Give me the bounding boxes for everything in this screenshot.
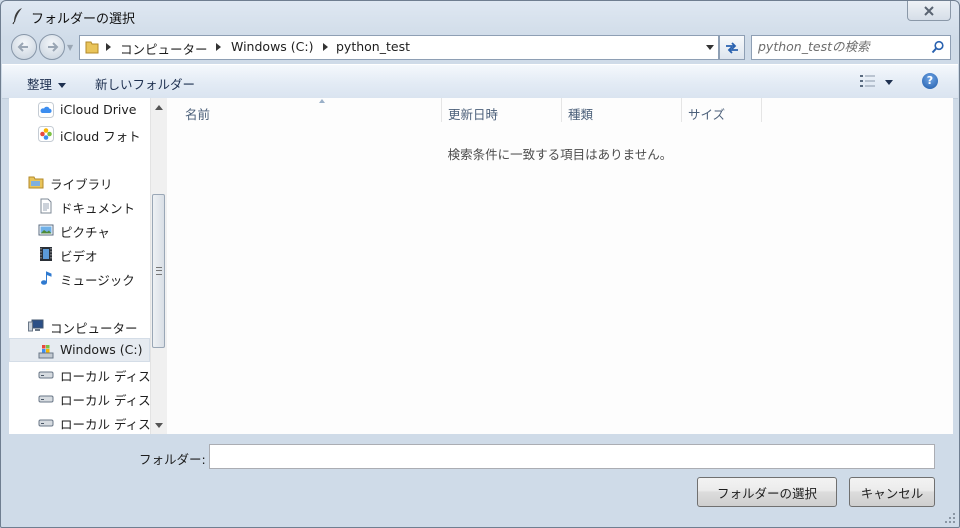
- nav-item-local-disk[interactable]: ローカル ディスク: [9, 386, 150, 410]
- feather-icon: [12, 8, 22, 25]
- sort-ascending-icon: [319, 99, 325, 103]
- title-bar[interactable]: フォルダーの選択: [1, 1, 959, 31]
- help-icon[interactable]: ?: [922, 73, 938, 89]
- nav-item-windows-drive[interactable]: Windows (C:): [9, 338, 150, 362]
- nav-item-label: ピクチャ: [60, 225, 110, 240]
- address-dropdown-icon[interactable]: [706, 45, 714, 50]
- command-toolbar: 整理 新しいフォルダー ?: [2, 64, 958, 99]
- column-header-modified[interactable]: 更新日時: [442, 98, 562, 122]
- music-icon: [41, 271, 52, 285]
- nav-item-label: Windows (C:): [60, 342, 143, 357]
- nav-item-icloud-photos[interactable]: iCloud フォト: [9, 122, 150, 146]
- organize-label: 整理: [27, 77, 53, 92]
- folder-field[interactable]: [209, 444, 942, 469]
- breadcrumb-separator-icon[interactable]: [216, 43, 221, 51]
- back-button[interactable]: [11, 34, 37, 60]
- local-disk-icon: [38, 419, 54, 427]
- refresh-icon: [726, 41, 738, 54]
- select-folder-button[interactable]: フォルダーの選択: [697, 477, 837, 507]
- forward-button[interactable]: [39, 34, 65, 60]
- close-button[interactable]: [907, 1, 951, 21]
- computer-icon: [28, 319, 44, 332]
- documents-icon: [40, 198, 52, 214]
- arrow-right-icon: [48, 42, 59, 52]
- resize-grip-icon[interactable]: [944, 512, 956, 524]
- column-header-type[interactable]: 種類: [562, 98, 682, 122]
- nav-item-label: ビデオ: [60, 249, 98, 264]
- nav-item-label: ローカル ディスク: [60, 393, 150, 408]
- empty-message: 検索条件に一致する項目はありません。: [447, 147, 673, 162]
- refresh-button[interactable]: [719, 35, 745, 60]
- breadcrumb-python-test[interactable]: python_test: [336, 39, 410, 54]
- view-options-dropdown-icon[interactable]: [885, 80, 893, 85]
- search-icon[interactable]: [931, 40, 945, 54]
- nav-item-pictures[interactable]: ピクチャ: [9, 218, 150, 242]
- organize-button[interactable]: 整理: [27, 74, 67, 93]
- folder-select-dialog: フォルダーの選択 ▼ コンピューター Windows (C:) python_t…: [0, 0, 960, 528]
- nav-item-label: ローカル ディスク: [60, 417, 150, 432]
- local-disk-icon: [38, 395, 54, 403]
- new-folder-button[interactable]: 新しいフォルダー: [95, 74, 195, 93]
- videos-icon: [40, 247, 52, 261]
- column-header-label: 種類: [568, 107, 594, 122]
- folder-input[interactable]: [210, 445, 942, 468]
- recent-locations-icon[interactable]: ▼: [67, 43, 73, 52]
- folder-label: フォルダー:: [139, 452, 206, 467]
- nav-item-documents[interactable]: ドキュメント: [9, 194, 150, 218]
- arrow-left-icon: [17, 42, 28, 52]
- window-title: フォルダーの選択: [31, 12, 136, 27]
- nav-item-label: iCloud フォト: [60, 129, 141, 144]
- navigation-pane[interactable]: iCloud Drive iCloud フォト ライブラリ ドキュメント ピクチ…: [9, 98, 150, 434]
- file-list[interactable]: 名前 更新日時 種類 サイズ 検索条件に一致する項目はありません。: [167, 98, 953, 434]
- library-icon: [28, 176, 44, 189]
- breadcrumb-windows-drive[interactable]: Windows (C:): [231, 39, 313, 54]
- column-header-label: サイズ: [688, 107, 726, 122]
- nav-item-computer[interactable]: コンピューター: [9, 314, 150, 338]
- search-box[interactable]: [751, 35, 951, 60]
- breadcrumb-separator-icon[interactable]: [106, 43, 111, 51]
- nav-item-videos[interactable]: ビデオ: [9, 242, 150, 266]
- breadcrumb-computer[interactable]: コンピューター: [120, 39, 208, 58]
- pictures-icon: [38, 224, 54, 236]
- chevron-down-icon: [58, 83, 67, 88]
- nav-item-label: iCloud Drive: [60, 102, 137, 117]
- main-area: iCloud Drive iCloud フォト ライブラリ ドキュメント ピクチ…: [9, 98, 953, 434]
- windows-drive-icon: [38, 345, 54, 359]
- cancel-button[interactable]: キャンセル: [849, 477, 935, 507]
- nav-item-icloud-drive[interactable]: iCloud Drive: [9, 98, 150, 122]
- scroll-down-icon[interactable]: [155, 423, 163, 428]
- nav-item-local-disk[interactable]: ローカル ディスク: [9, 362, 150, 386]
- search-input[interactable]: [758, 38, 926, 55]
- scroll-thumb[interactable]: [152, 194, 165, 348]
- nav-item-label: ローカル ディスク: [60, 369, 150, 384]
- icloud-photos-icon: [38, 126, 54, 142]
- column-header-size[interactable]: サイズ: [682, 98, 762, 122]
- navigation-bar: ▼ コンピューター Windows (C:) python_test: [1, 31, 959, 63]
- navigation-scrollbar[interactable]: [150, 98, 167, 434]
- breadcrumb-separator-icon[interactable]: [323, 43, 328, 51]
- nav-item-local-disk[interactable]: ローカル ディスク: [9, 410, 150, 434]
- folder-icon: [85, 41, 99, 54]
- nav-item-music[interactable]: ミュージック: [9, 266, 150, 290]
- address-bar[interactable]: コンピューター Windows (C:) python_test: [79, 35, 719, 60]
- view-options-icon[interactable]: [860, 75, 876, 87]
- column-header-name[interactable]: 名前: [179, 98, 442, 122]
- scroll-up-icon[interactable]: [155, 105, 163, 110]
- icloud-drive-icon: [38, 102, 54, 118]
- grip-icon: [156, 267, 162, 275]
- column-header-label: 名前: [185, 107, 211, 122]
- nav-item-label: ライブラリ: [50, 177, 113, 192]
- column-header-label: 更新日時: [448, 107, 499, 122]
- nav-item-label: コンピューター: [50, 321, 138, 336]
- close-icon: [924, 5, 934, 16]
- local-disk-icon: [38, 371, 54, 379]
- nav-item-library[interactable]: ライブラリ: [9, 170, 150, 194]
- nav-item-label: ミュージック: [60, 273, 135, 288]
- nav-item-label: ドキュメント: [60, 201, 136, 216]
